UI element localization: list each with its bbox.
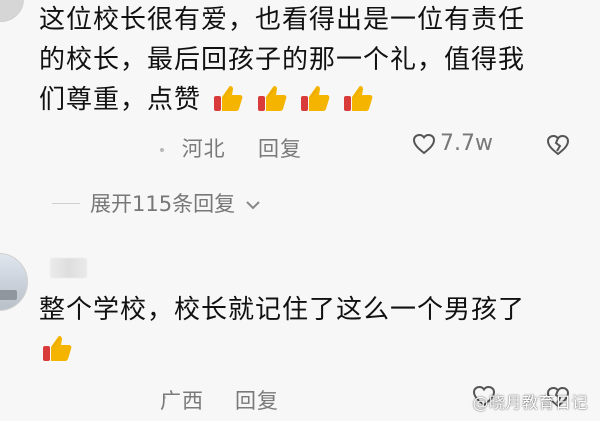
comment-screen: 这位校长很有爱，也看得出是一位有责任 的校长，最后回孩子的那一个礼，值得我 们尊… — [0, 0, 600, 421]
location-text: 广西 — [160, 389, 204, 413]
like-button[interactable]: 7.7w — [412, 131, 493, 156]
reply-button[interactable]: 回复 — [235, 385, 279, 415]
avatar[interactable] — [0, 0, 24, 22]
comment-location: 河北 — [160, 133, 226, 163]
comment-line-with-emoji: 们尊重，点赞 — [39, 80, 579, 120]
comment-body: 这位校长很有爱，也看得出是一位有责任 的校长，最后回孩子的那一个礼，值得我 们尊… — [39, 0, 579, 120]
heart-outline-icon[interactable] — [472, 385, 496, 411]
thumbs-up-icon — [255, 82, 288, 115]
expand-replies-label[interactable]: 展开115条回复 — [90, 188, 235, 218]
divider-line — [52, 202, 80, 204]
heart-outline-icon[interactable] — [412, 133, 436, 155]
blurred-username — [50, 258, 87, 278]
broken-heart-icon[interactable] — [545, 386, 571, 413]
dislike-button[interactable] — [545, 385, 571, 413]
chevron-down-icon[interactable] — [245, 191, 261, 215]
comment-line: 的校长，最后回孩子的那一个礼，值得我 — [39, 45, 526, 75]
thumbs-up-icon — [40, 332, 73, 365]
thumbs-up-icon — [298, 82, 331, 115]
dislike-button[interactable] — [545, 133, 571, 161]
thumbs-up-icon — [341, 82, 374, 115]
thumbs-up-icon — [211, 82, 244, 115]
broken-heart-icon[interactable] — [545, 134, 571, 161]
comment-location: 广西 — [160, 385, 204, 415]
comment-line: 这位校长很有爱，也看得出是一位有责任 — [39, 5, 526, 35]
reply-button[interactable]: 回复 — [258, 133, 302, 163]
comment-line: 整个学校，校长就记住了这么一个男孩了 — [39, 295, 526, 325]
comment-line-with-emoji — [39, 330, 579, 370]
separator-dot — [160, 148, 164, 152]
location-text: 河北 — [181, 137, 226, 161]
comment-body: 整个学校，校长就记住了这么一个男孩了 — [39, 290, 579, 370]
expand-replies[interactable]: 展开115条回复 — [52, 188, 261, 218]
like-button[interactable] — [472, 385, 496, 411]
like-count: 7.7w — [440, 131, 493, 156]
avatar[interactable] — [0, 253, 28, 311]
comment-line: 们尊重，点赞 — [39, 85, 202, 115]
